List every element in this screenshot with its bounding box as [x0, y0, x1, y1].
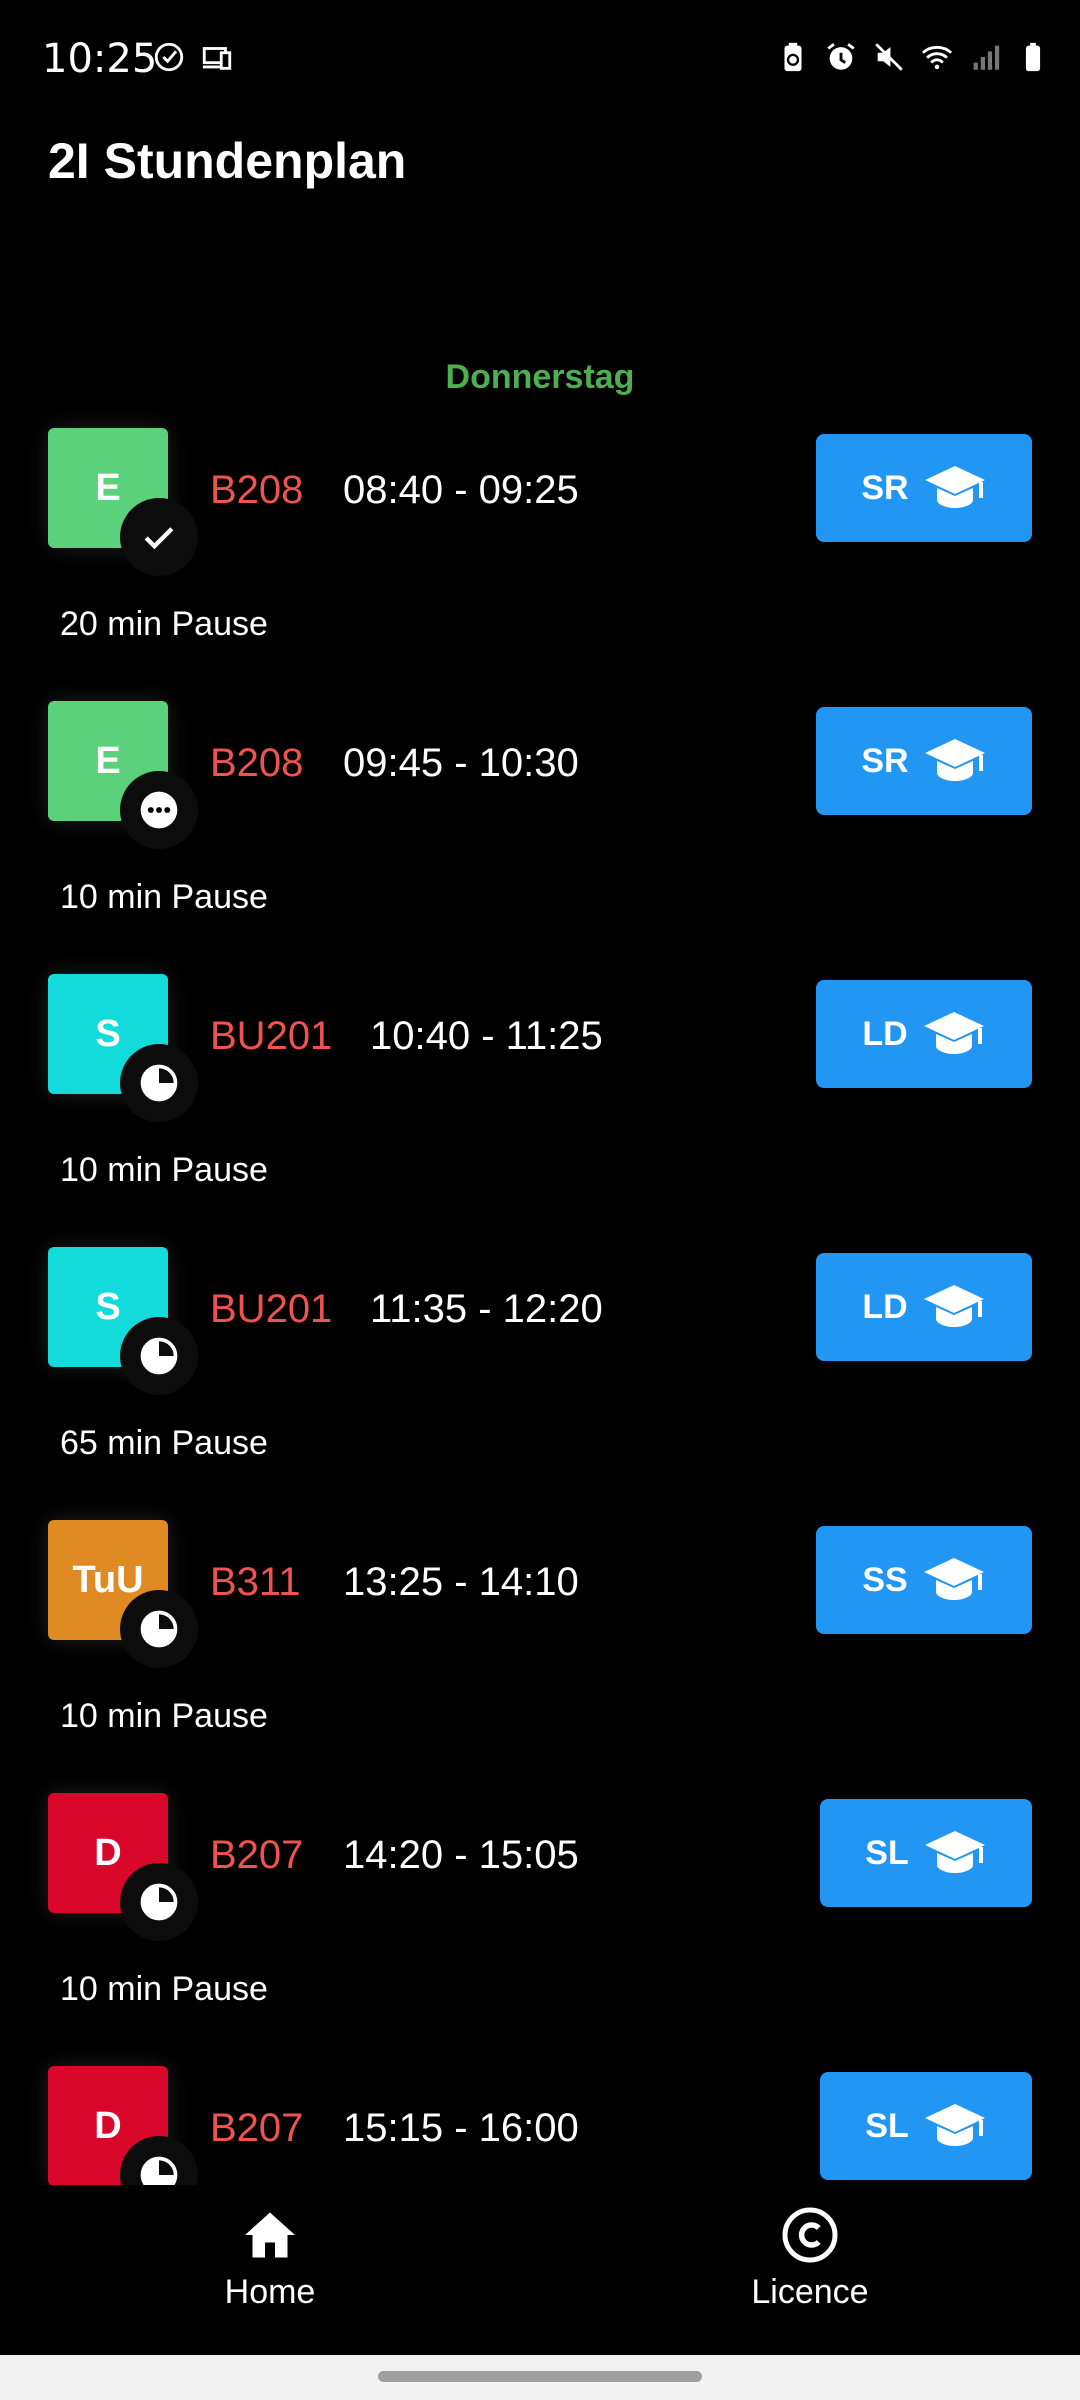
nav-home[interactable]: Home: [120, 2205, 420, 2312]
pause-label: 10 min Pause: [60, 878, 268, 916]
teacher-button[interactable]: LD: [816, 1253, 1032, 1361]
nav-home-label: Home: [224, 2273, 316, 2311]
pause-label: 65 min Pause: [60, 1424, 268, 1462]
room-label: BU201: [210, 1014, 333, 1058]
clock-status-icon: [120, 1863, 198, 1941]
teacher-label: SL: [865, 1833, 909, 1872]
lesson-row[interactable]: D B207 15:15 - 16:00 SL: [0, 2038, 1080, 2185]
lesson-row[interactable]: S BU201 10:40 - 11:25 LD: [0, 946, 1080, 1122]
teacher-label: SS: [862, 1560, 908, 1599]
page-title: 2I Stundenplan: [48, 133, 407, 189]
teacher-button[interactable]: SS: [816, 1526, 1032, 1634]
teacher-button[interactable]: SL: [820, 2072, 1032, 2180]
bottom-nav: Home Licence: [0, 2185, 1080, 2355]
nav-licence[interactable]: Licence: [660, 2205, 960, 2312]
time-label: 13:25 - 14:10: [343, 1560, 579, 1604]
teacher-label: SR: [861, 741, 909, 780]
clock-status-icon: [120, 1044, 198, 1122]
graduation-cap-icon: [924, 466, 985, 508]
lesson-list[interactable]: E B208 08:40 - 09:25 SR 20 min Pause E B…: [0, 400, 1080, 2185]
teacher-label: LD: [862, 1014, 908, 1053]
teacher-label: SR: [861, 468, 909, 507]
room-label: B207: [210, 2106, 304, 2150]
gesture-area: [0, 2355, 1080, 2400]
teacher-label: LD: [862, 1287, 908, 1326]
teacher-label: SL: [865, 2106, 909, 2145]
room-label: BU201: [210, 1287, 333, 1331]
lesson-row[interactable]: E B208 08:40 - 09:25 SR: [0, 400, 1080, 576]
time-label: 08:40 - 09:25: [343, 468, 579, 512]
graduation-cap-icon: [924, 739, 985, 781]
time-label: 15:15 - 16:00: [343, 2106, 579, 2150]
lesson-row[interactable]: TuU B311 13:25 - 14:10 SS: [0, 1492, 1080, 1668]
time-label: 11:35 - 12:20: [370, 1287, 603, 1331]
copyright-icon: [782, 2207, 838, 2263]
time-label: 14:20 - 15:05: [343, 1833, 579, 1877]
room-label: B208: [210, 468, 304, 512]
devices-icon: [200, 40, 234, 74]
lesson-row[interactable]: D B207 14:20 - 15:05 SL: [0, 1765, 1080, 1941]
pause-label: 10 min Pause: [60, 1151, 268, 1189]
clock-status-icon: [120, 1317, 198, 1395]
graduation-cap-icon: [924, 1831, 985, 1873]
room-label: B207: [210, 1833, 304, 1877]
teacher-button[interactable]: LD: [816, 980, 1032, 1088]
status-time: 10:25: [42, 36, 158, 82]
teacher-button[interactable]: SR: [816, 707, 1032, 815]
time-label: 10:40 - 11:25: [370, 1014, 603, 1058]
teacher-button[interactable]: SL: [820, 1799, 1032, 1907]
graduation-cap-icon: [923, 1285, 984, 1327]
time-label: 09:45 - 10:30: [343, 741, 579, 785]
battery-saver-icon: [776, 40, 810, 74]
alarm-icon: [824, 40, 858, 74]
gesture-handle[interactable]: [378, 2371, 702, 2382]
day-header: Donnerstag: [445, 358, 635, 396]
graduation-cap-icon: [923, 1012, 984, 1054]
graduation-cap-icon: [924, 2104, 985, 2146]
signal-icon: [968, 40, 1002, 74]
done-status-icon: [120, 498, 198, 576]
home-icon: [245, 2212, 295, 2258]
clock-status-icon: [120, 1590, 198, 1668]
nav-licence-label: Licence: [751, 2273, 869, 2311]
lesson-row[interactable]: E B208 09:45 - 10:30 SR: [0, 673, 1080, 849]
pause-label: 10 min Pause: [60, 1697, 268, 1735]
check-circle-icon: [152, 40, 186, 74]
status-bar: 10:25: [0, 0, 1080, 120]
lesson-row[interactable]: S BU201 11:35 - 12:20 LD: [0, 1219, 1080, 1395]
pause-label: 20 min Pause: [60, 605, 268, 643]
more-status-icon: [120, 771, 198, 849]
battery-icon: [1016, 40, 1050, 74]
teacher-button[interactable]: SR: [816, 434, 1032, 542]
room-label: B311: [210, 1560, 301, 1604]
graduation-cap-icon: [923, 1558, 984, 1600]
room-label: B208: [210, 741, 304, 785]
pause-label: 10 min Pause: [60, 1970, 268, 2008]
wifi-icon: [920, 40, 954, 74]
mute-icon: [872, 40, 906, 74]
